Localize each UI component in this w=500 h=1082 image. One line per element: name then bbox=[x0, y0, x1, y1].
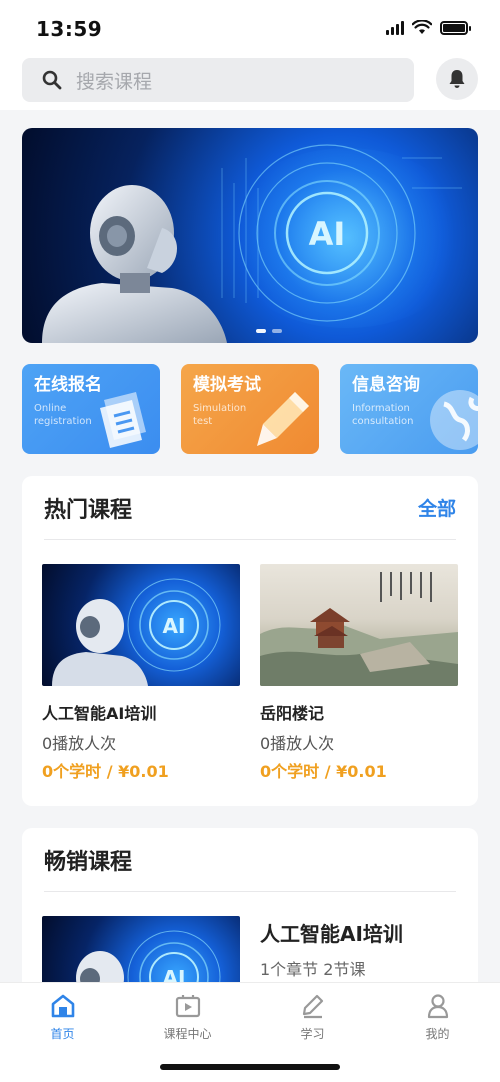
course-card[interactable]: 岳阳楼记 0播放人次 0个学时 / ¥0.01 bbox=[260, 564, 458, 781]
pen-icon bbox=[302, 994, 323, 1019]
quick-link-title: 在线报名 bbox=[34, 375, 102, 395]
banner-carousel[interactable]: AI bbox=[22, 128, 478, 343]
notification-button[interactable] bbox=[436, 58, 478, 100]
course-name: 人工智能AI培训 bbox=[42, 704, 157, 723]
section-header: 畅销课程 bbox=[44, 828, 456, 892]
tab-label: 我的 bbox=[425, 1027, 450, 1041]
course-meta: 1个章节 2节课 bbox=[260, 960, 366, 979]
quick-link-information-consultation[interactable]: 信息咨询 Information consultation bbox=[340, 364, 478, 454]
quick-link-simulation-test[interactable]: 模拟考试 Simulation test bbox=[181, 364, 319, 454]
quick-link-subtitle: Information consultation bbox=[352, 403, 414, 427]
course-thumbnail: AI bbox=[42, 564, 240, 686]
document-icon bbox=[100, 392, 146, 448]
status-bar: 13:59 bbox=[0, 0, 500, 56]
course-name: 岳阳楼记 bbox=[260, 704, 325, 723]
video-icon bbox=[175, 995, 200, 1018]
search-icon bbox=[42, 70, 62, 90]
hot-courses-section: 热门课程 全部 AI 人工智能AI培训 0播放人次 0个学时 / ¥0.01 岳… bbox=[22, 476, 478, 806]
tab-label: 学习 bbox=[300, 1027, 325, 1041]
banner-artwork: AI bbox=[42, 144, 462, 343]
home-indicator bbox=[160, 1064, 340, 1070]
course-grid: AI 人工智能AI培训 0播放人次 0个学时 / ¥0.01 岳阳楼记 0播放人… bbox=[42, 564, 458, 781]
pencil-icon bbox=[257, 392, 309, 446]
quick-link-title: 模拟考试 bbox=[193, 375, 261, 395]
header: 搜索课程 bbox=[0, 56, 500, 110]
quick-link-title: 信息咨询 bbox=[352, 375, 420, 395]
carousel-dot[interactable] bbox=[256, 329, 266, 333]
quick-link-online-registration[interactable]: 在线报名 Online registration bbox=[22, 364, 160, 454]
view-all-link[interactable]: 全部 bbox=[418, 494, 456, 521]
tab-label: 课程中心 bbox=[163, 1027, 212, 1041]
quick-link-subtitle: Online registration bbox=[34, 403, 92, 427]
course-card[interactable]: AI 人工智能AI培训 0播放人次 0个学时 / ¥0.01 bbox=[42, 564, 240, 781]
status-icons bbox=[386, 20, 471, 35]
search-placeholder: 搜索课程 bbox=[76, 70, 153, 93]
bell-icon bbox=[449, 70, 465, 88]
wifi-icon bbox=[412, 20, 432, 34]
course-thumbnail bbox=[260, 564, 458, 686]
section-header: 热门课程 全部 bbox=[44, 476, 456, 540]
section-title: 热门课程 bbox=[44, 497, 133, 523]
svg-text:AI: AI bbox=[163, 614, 186, 638]
search-input[interactable]: 搜索课程 bbox=[22, 58, 414, 102]
course-price: 0个学时 / ¥0.01 bbox=[260, 762, 387, 781]
course-plays: 0播放人次 bbox=[42, 734, 117, 753]
tab-profile[interactable]: 我的 bbox=[375, 983, 500, 1082]
tab-home[interactable]: 首页 bbox=[0, 983, 125, 1082]
course-name: 人工智能AI培训 bbox=[260, 922, 403, 946]
quick-link-subtitle: Simulation test bbox=[193, 403, 247, 427]
carousel-dots[interactable] bbox=[256, 329, 282, 333]
svg-text:AI: AI bbox=[309, 215, 346, 253]
status-time: 13:59 bbox=[36, 17, 103, 41]
home-icon bbox=[51, 994, 74, 1018]
battery-icon bbox=[440, 20, 471, 35]
quick-links: 在线报名 Online registration 模拟考试 Simulation… bbox=[22, 364, 478, 454]
course-price: 0个学时 / ¥0.01 bbox=[42, 762, 169, 781]
person-icon bbox=[427, 994, 448, 1019]
tab-label: 首页 bbox=[50, 1027, 75, 1041]
course-plays: 0播放人次 bbox=[260, 734, 335, 753]
carousel-dot[interactable] bbox=[272, 329, 282, 333]
section-title: 畅销课程 bbox=[44, 849, 133, 875]
signal-icon bbox=[386, 20, 404, 35]
